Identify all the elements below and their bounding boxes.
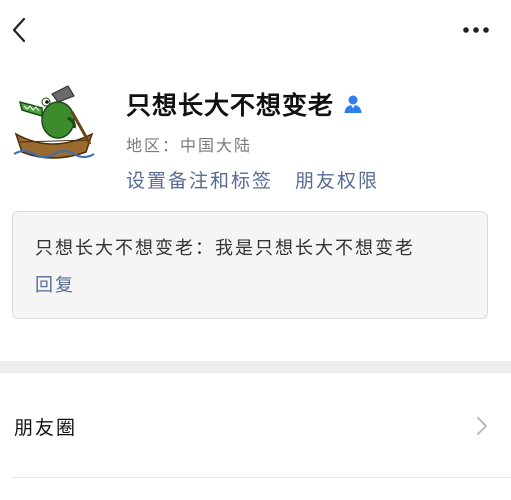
friend-permissions-link[interactable]: 朋友权限: [295, 166, 379, 193]
profile-header: 只想长大不想变老 地区：中国大陆 设置备注和标签 朋友权限: [0, 62, 511, 202]
row-divider: [12, 477, 511, 478]
avatar[interactable]: [12, 82, 96, 162]
more-dots-icon: [463, 27, 489, 33]
male-user-icon: [342, 93, 364, 115]
chevron-right-icon: [477, 417, 487, 435]
nickname-row: 只想长大不想变老: [126, 86, 364, 122]
reply-link[interactable]: 回复: [35, 271, 75, 297]
top-navigation-bar: [0, 0, 511, 62]
greeting-message-box: 只想长大不想变老：我是只想长大不想变老 回复: [12, 211, 488, 319]
moments-row[interactable]: 朋友圈: [0, 373, 511, 477]
chevron-left-icon: [12, 17, 26, 43]
section-divider: [0, 361, 511, 373]
nickname: 只想长大不想变老: [126, 91, 335, 120]
profile-links: 设置备注和标签 朋友权限: [126, 166, 379, 193]
more-options-button[interactable]: [456, 16, 496, 44]
region-text: 地区：中国大陆: [126, 136, 253, 155]
crocodile-avatar-image: [13, 85, 95, 159]
moments-label: 朋友圈: [14, 417, 78, 439]
greeting-message: 只想长大不想变老：我是只想长大不想变老: [35, 238, 415, 259]
link-spacer: [273, 166, 295, 193]
set-remarks-tags-link[interactable]: 设置备注和标签: [126, 166, 273, 193]
back-button[interactable]: [6, 14, 32, 46]
